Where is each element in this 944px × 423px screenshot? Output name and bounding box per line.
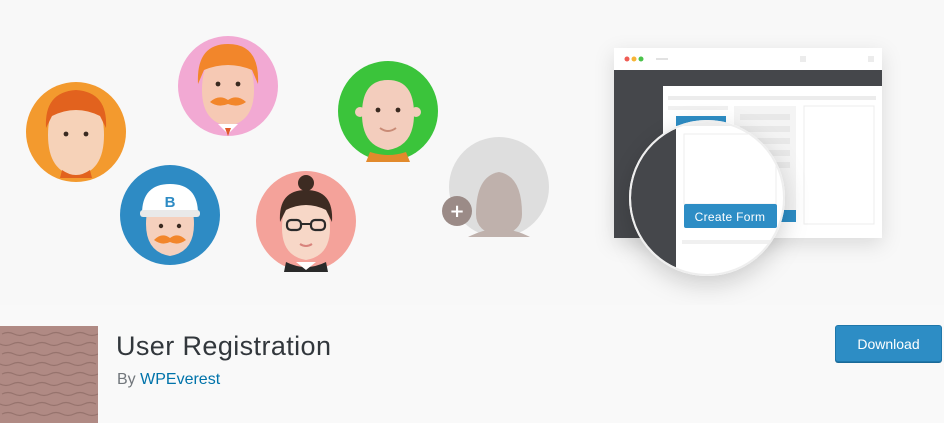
plugin-header: User Registration By WPEverest Download <box>0 305 944 423</box>
avatar-green <box>338 61 438 162</box>
avatar-salmon <box>256 171 356 272</box>
banner-illustration: B + Create Form <box>26 36 882 276</box>
avatar-placeholder: + <box>442 137 549 237</box>
author-link[interactable]: WPEverest <box>140 371 220 388</box>
download-button[interactable]: Download <box>835 325 942 362</box>
plugin-author: By WPEverest <box>117 371 220 389</box>
avatar-orange <box>26 82 126 182</box>
avatar-pink <box>178 36 278 136</box>
plugin-icon <box>0 326 98 423</box>
add-icon: + <box>449 201 464 222</box>
cap-letter: B <box>165 194 176 211</box>
plugin-icon-pattern <box>0 326 98 423</box>
author-prefix: By <box>117 371 136 388</box>
create-form-label: Create Form <box>695 210 766 224</box>
plugin-title: User Registration <box>116 331 332 361</box>
avatar-blue: B <box>120 165 220 265</box>
plugin-banner: B + Create Form <box>0 0 944 305</box>
